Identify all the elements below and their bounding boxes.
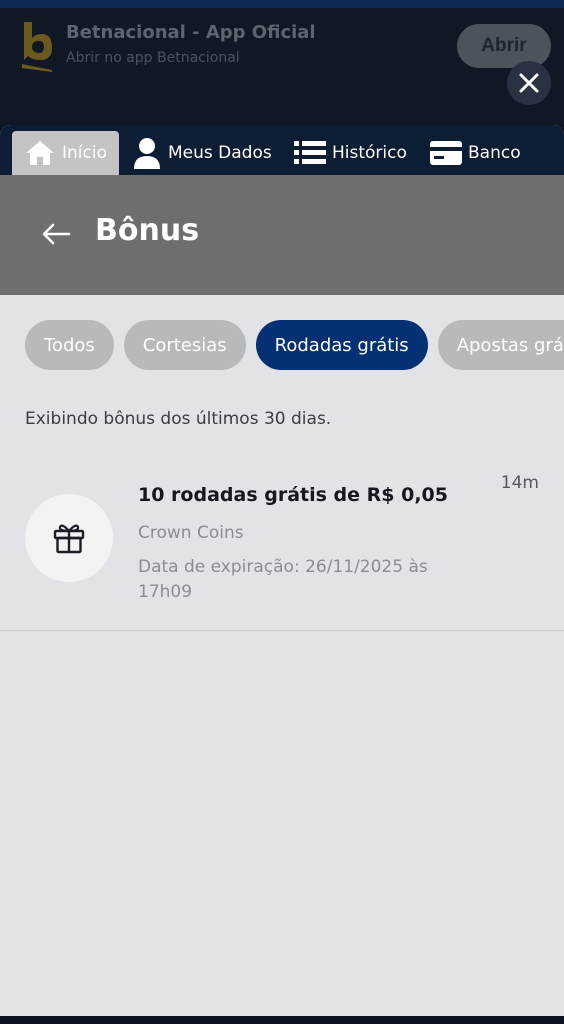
nav-item-inicio[interactable]: Início: [12, 131, 119, 175]
betnacional-logo-icon: [22, 22, 52, 72]
account-nav: Início Meus Dados Histórico Banco: [0, 125, 564, 175]
bonus-provider: Crown Coins: [138, 523, 244, 543]
card-icon: [430, 141, 462, 165]
chip-rodadas-gratis[interactable]: Rodadas grátis: [255, 320, 428, 370]
bonus-item[interactable]: 10 rodadas grátis de R$ 0,05 Crown Coins…: [0, 465, 564, 631]
banner-top-strip: [0, 0, 564, 8]
gift-icon: [53, 524, 85, 554]
close-icon: [519, 73, 539, 93]
banner-subtitle: Abrir no app Betnacional: [66, 50, 240, 66]
bottom-edge: [0, 1016, 564, 1024]
nav-item-label: Meus Dados: [168, 143, 272, 163]
banner-title: Betnacional - App Oficial: [66, 22, 316, 43]
bonus-expiry: Data de expiração: 26/11/2025 às 17h09: [138, 557, 428, 602]
app-banner: Betnacional - App Oficial Abrir no app B…: [0, 0, 564, 125]
page-header: Bônus: [0, 175, 564, 295]
nav-item-historico[interactable]: Histórico: [294, 131, 407, 175]
nav-item-meus-dados[interactable]: Meus Dados: [132, 131, 272, 175]
close-button[interactable]: [507, 61, 551, 105]
arrow-left-icon[interactable]: [40, 218, 72, 250]
nav-item-banco[interactable]: Banco: [430, 131, 521, 175]
nav-item-label: Histórico: [332, 143, 407, 163]
chip-apostas-gratis[interactable]: Apostas grátis: [437, 320, 564, 370]
bonus-time: 14m: [500, 473, 539, 493]
list-icon: [294, 140, 326, 166]
user-icon: [132, 137, 162, 169]
info-text: Exibindo bônus dos últimos 30 dias.: [25, 409, 332, 429]
chip-todos[interactable]: Todos: [25, 320, 114, 370]
home-icon: [24, 139, 56, 167]
nav-item-label: Banco: [468, 143, 521, 163]
account-modal: Início Meus Dados Histórico Banco Bônus: [0, 125, 564, 1016]
gift-avatar: [25, 494, 113, 582]
bonus-title: 10 rodadas grátis de R$ 0,05: [138, 484, 449, 506]
filter-chips: Todos Cortesias Rodadas grátis Apostas g…: [25, 320, 564, 370]
chip-cortesias[interactable]: Cortesias: [123, 320, 246, 370]
nav-item-label: Início: [62, 143, 107, 163]
page-title: Bônus: [95, 213, 200, 248]
open-app-button[interactable]: Abrir: [457, 24, 551, 68]
